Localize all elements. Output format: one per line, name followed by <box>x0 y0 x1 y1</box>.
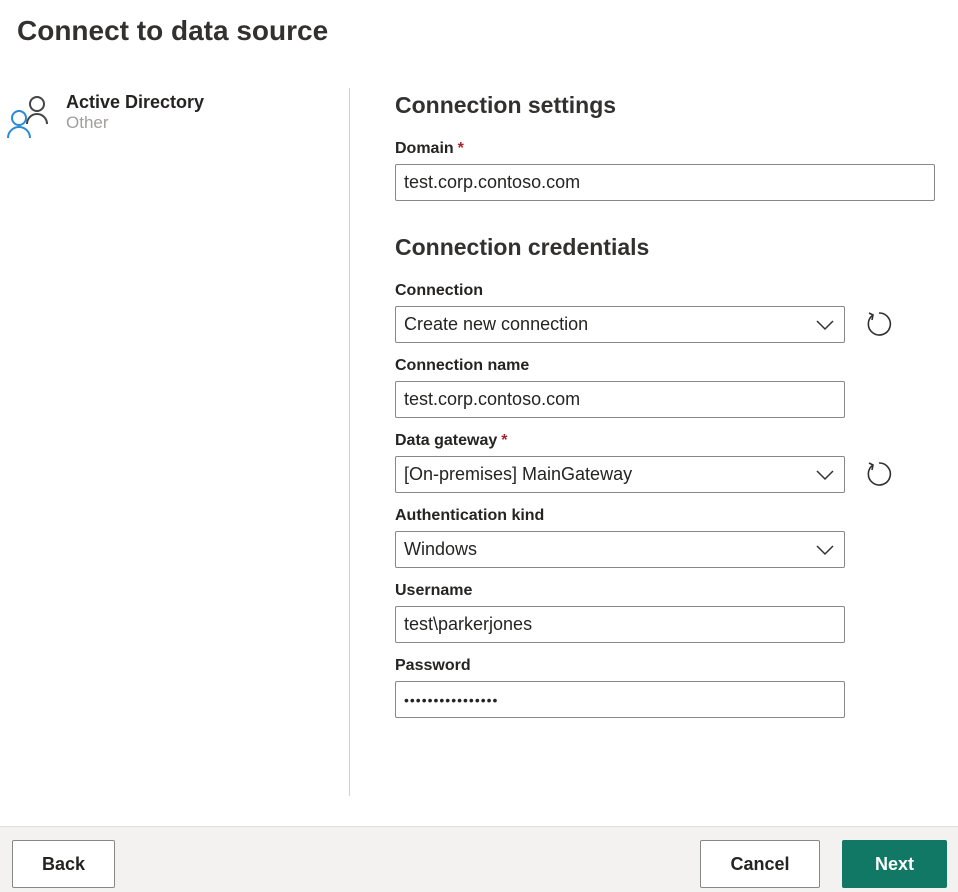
gateway-dropdown[interactable]: [On-premises] MainGateway <box>395 456 845 493</box>
connection-name-input[interactable]: test.corp.contoso.com <box>395 381 845 418</box>
domain-label: Domain* <box>395 140 464 158</box>
back-button[interactable]: Back <box>12 840 115 888</box>
data-source-item[interactable]: Active Directory Other <box>0 88 340 140</box>
users-icon <box>6 92 56 140</box>
footer: Back Cancel Next <box>0 826 958 892</box>
cancel-button[interactable]: Cancel <box>700 840 820 888</box>
next-button[interactable]: Next <box>842 840 947 888</box>
connection-dropdown[interactable]: Create new connection <box>395 306 845 343</box>
divider <box>349 88 350 796</box>
password-label: Password <box>395 657 471 675</box>
auth-kind-dropdown[interactable]: Windows <box>395 531 845 568</box>
chevron-down-icon <box>816 544 834 556</box>
refresh-icon[interactable] <box>865 310 893 338</box>
username-input[interactable]: test\parkerjones <box>395 606 845 643</box>
page-title: Connect to data source <box>17 15 328 47</box>
source-name: Active Directory <box>66 92 204 113</box>
source-panel: Active Directory Other <box>0 88 340 140</box>
connection-credentials-heading: Connection credentials <box>395 234 649 261</box>
source-category: Other <box>66 113 204 133</box>
chevron-down-icon <box>816 319 834 331</box>
refresh-icon[interactable] <box>865 460 893 488</box>
chevron-down-icon <box>816 469 834 481</box>
auth-kind-label: Authentication kind <box>395 507 544 525</box>
connection-label: Connection <box>395 282 483 300</box>
domain-input[interactable]: test.corp.contoso.com <box>395 164 935 201</box>
username-label: Username <box>395 582 472 600</box>
connection-name-label: Connection name <box>395 357 529 375</box>
password-input[interactable]: •••••••••••••••• <box>395 681 845 718</box>
gateway-label: Data gateway* <box>395 432 508 450</box>
connection-settings-heading: Connection settings <box>395 92 616 119</box>
